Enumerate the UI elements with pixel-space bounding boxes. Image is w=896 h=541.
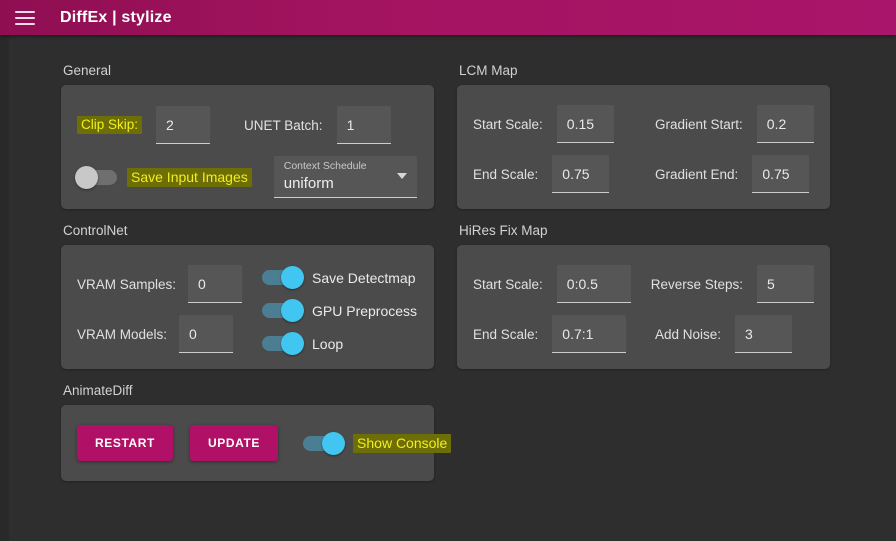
context-schedule-select[interactable]: Context Schedule uniform (273, 156, 417, 198)
context-schedule-floating-label: Context Schedule (283, 160, 367, 172)
hamburger-icon[interactable] (14, 8, 36, 28)
hires-row-1: Start Scale: Reverse Steps: (473, 259, 814, 309)
loop-toggle[interactable] (262, 332, 304, 355)
hires-reverse-steps-cell: Reverse Steps: (651, 265, 814, 303)
group-lcm-map: LCM Map Start Scale: Gradient Start: End… (457, 63, 830, 209)
hamburger-line (15, 22, 35, 25)
card-animatediff: RESTART UPDATE Show Console (61, 405, 452, 481)
toggle-knob (281, 299, 304, 322)
hires-row-2: End Scale: Add Noise: (473, 309, 814, 359)
left-rail (0, 35, 9, 541)
hires-end-scale-cell: End Scale: (473, 315, 655, 353)
general-row-1: Clip Skip: UNET Batch: (77, 99, 418, 151)
lcm-gradient-start-input[interactable] (756, 105, 814, 143)
vram-models-input[interactable] (179, 315, 234, 353)
lcm-end-scale-input[interactable] (552, 155, 610, 193)
show-console-toggle[interactable] (303, 431, 346, 455)
loop-row: Loop (262, 327, 417, 360)
hires-add-noise-cell: Add Noise: (655, 315, 793, 353)
lcm-start-scale-label: Start Scale: (473, 116, 543, 132)
gpu-preprocess-row: GPU Preprocess (262, 294, 417, 327)
lcm-gradient-start-label: Gradient Start: (655, 116, 743, 132)
hires-reverse-steps-label: Reverse Steps: (650, 276, 743, 292)
lcm-gradient-end-input[interactable] (752, 155, 810, 193)
hamburger-line (15, 10, 35, 13)
lcm-end-scale-cell: End Scale: (473, 155, 655, 193)
lcm-row-1: Start Scale: Gradient Start: (473, 99, 814, 149)
settings-grid: General Clip Skip: UNET Batch: Save Inpu… (9, 63, 896, 481)
show-console-row: Show Console (303, 427, 452, 460)
hires-add-noise-input[interactable] (735, 315, 793, 353)
card-lcm-map: Start Scale: Gradient Start: End Scale: (457, 85, 830, 209)
vram-samples-label: VRAM Samples: (77, 276, 177, 292)
hires-start-scale-label: Start Scale: (473, 276, 543, 292)
group-title-controlnet: ControlNet (63, 223, 128, 238)
toggle-knob (75, 165, 98, 189)
lcm-end-scale-label: End Scale: (473, 166, 539, 182)
group-animatediff: AnimateDiff RESTART UPDATE Show Console (61, 383, 452, 481)
hires-reverse-steps-input[interactable] (757, 265, 814, 303)
clip-skip-label: Clip Skip: (77, 116, 143, 134)
lcm-row-2: End Scale: Gradient End: (473, 149, 814, 199)
group-general: General Clip Skip: UNET Batch: Save Inpu… (61, 63, 434, 209)
card-hires-fix-map: Start Scale: Reverse Steps: End Scale: A (457, 245, 830, 369)
save-detectmap-toggle[interactable] (262, 266, 304, 289)
group-title-hires-fix-map: HiRes Fix Map (459, 223, 548, 238)
hires-start-scale-input[interactable] (556, 265, 631, 303)
lcm-gradient-end-label: Gradient End: (655, 166, 739, 182)
context-schedule-value: uniform (283, 175, 334, 192)
update-button[interactable]: UPDATE (189, 425, 279, 461)
gpu-preprocess-toggle[interactable] (262, 299, 304, 322)
loop-label: Loop (312, 335, 344, 352)
unet-batch-label: UNET Batch: (244, 117, 323, 133)
hires-add-noise-label: Add Noise: (655, 326, 722, 342)
general-row-2: Save Input Images Context Schedule unifo… (75, 151, 418, 203)
lcm-start-scale-input[interactable] (556, 105, 614, 143)
save-detectmap-row: Save Detectmap (262, 261, 417, 294)
app-title: DiffEx | stylize (60, 8, 172, 26)
card-controlnet: VRAM Samples: VRAM Models: (61, 245, 434, 369)
toggle-knob (281, 266, 304, 289)
group-hires-fix-map: HiRes Fix Map Start Scale: Reverse Steps… (457, 223, 830, 369)
hires-end-scale-input[interactable] (552, 315, 627, 353)
save-input-images-row: Save Input Images (75, 161, 252, 194)
chevron-down-icon[interactable] (396, 173, 407, 179)
hamburger-line (15, 16, 35, 19)
hires-start-scale-cell: Start Scale: (473, 265, 651, 303)
lcm-gradient-start-cell: Gradient Start: (655, 105, 814, 143)
settings-page: General Clip Skip: UNET Batch: Save Inpu… (9, 35, 896, 541)
hires-end-scale-label: End Scale: (473, 326, 539, 342)
lcm-start-scale-cell: Start Scale: (473, 105, 655, 143)
vram-models-label: VRAM Models: (77, 326, 168, 342)
toggle-knob (322, 431, 346, 455)
controlnet-body: VRAM Samples: VRAM Models: (77, 259, 418, 360)
show-console-label: Show Console (353, 433, 452, 453)
group-title-general: General (63, 63, 112, 78)
vram-samples-row: VRAM Samples: (77, 259, 262, 309)
vram-models-row: VRAM Models: (77, 309, 262, 359)
vram-samples-input[interactable] (188, 265, 243, 303)
group-title-lcm-map: LCM Map (459, 63, 518, 78)
clip-skip-input[interactable] (156, 106, 211, 144)
gpu-preprocess-label: GPU Preprocess (312, 302, 418, 319)
app-header: DiffEx | stylize (0, 0, 896, 35)
group-controlnet: ControlNet VRAM Samples: VRAM Models: (61, 223, 434, 369)
restart-button[interactable]: RESTART (77, 425, 173, 461)
save-input-images-toggle[interactable] (75, 165, 117, 189)
save-input-images-label: Save Input Images (127, 167, 252, 187)
card-general: Clip Skip: UNET Batch: Save Input Images… (61, 85, 434, 209)
unet-batch-input[interactable] (336, 106, 391, 144)
lcm-gradient-end-cell: Gradient End: (655, 155, 810, 193)
controlnet-toggles: Save Detectmap GPU Preprocess Loop (262, 259, 417, 360)
animatediff-controls: RESTART UPDATE Show Console (77, 425, 452, 461)
group-title-animatediff: AnimateDiff (63, 383, 133, 398)
controlnet-fields: VRAM Samples: VRAM Models: (77, 259, 262, 360)
toggle-knob (281, 332, 304, 355)
save-detectmap-label: Save Detectmap (312, 269, 416, 286)
